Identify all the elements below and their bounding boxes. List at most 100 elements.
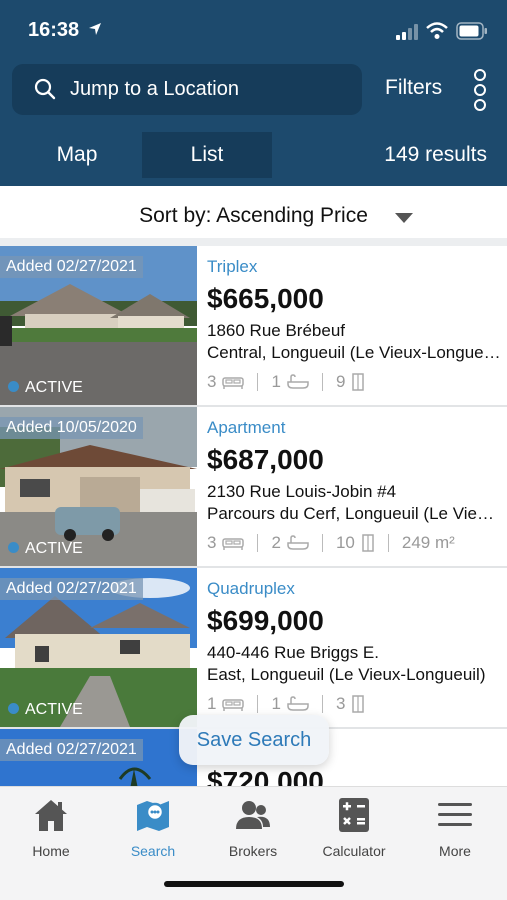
- listing-card[interactable]: Added 02/27/2021 ACTIVE Quadruplex $699,…: [0, 568, 507, 729]
- listing-specs: 3 1 9: [207, 372, 365, 392]
- beds-spec: 3: [207, 372, 245, 392]
- beds-count: 3: [207, 372, 217, 391]
- property-type: Triplex: [207, 257, 258, 276]
- rooms-count: 3: [335, 694, 346, 713]
- search-input[interactable]: Jump to a Location: [70, 78, 239, 101]
- address-area: Parcours du Cerf, Longueuil (Le Vieux-Lo…: [207, 504, 501, 523]
- added-date-badge: Added 02/27/2021: [0, 578, 143, 600]
- sort-label[interactable]: Sort by: Ascending Price: [0, 204, 507, 228]
- tabbar-home-label: Home: [32, 843, 70, 859]
- area-spec: 249 m²: [401, 533, 455, 552]
- status-label: ACTIVE: [25, 540, 83, 557]
- status-dot: [8, 381, 19, 393]
- spec-divider: [321, 534, 323, 552]
- listing-card[interactable]: Added 10/05/2020 ACTIVE Apartment $687,0…: [0, 407, 507, 568]
- tabbar-more[interactable]: More: [405, 795, 505, 865]
- wifi-icon: [426, 22, 448, 39]
- baths-count: 1: [271, 372, 281, 391]
- bed-icon: [222, 377, 245, 389]
- tabbar-search-label: Search: [130, 843, 176, 859]
- listing-specs: 3 2 10 249 m²: [207, 533, 455, 553]
- status-badge: ACTIVE: [8, 701, 83, 719]
- status-bar: 16:38: [0, 0, 507, 60]
- spec-divider: [321, 373, 323, 391]
- tabbar-more-label: More: [439, 843, 471, 859]
- bathtub-icon: [287, 535, 309, 550]
- spec-divider: [257, 534, 259, 552]
- search-icon: [34, 78, 56, 100]
- rooms-spec: 9: [336, 372, 365, 392]
- cellular-signal-icon: [396, 24, 418, 40]
- listing-photo[interactable]: Added 02/27/2021: [0, 729, 197, 786]
- listing-price: $699,000: [207, 605, 324, 636]
- location-arrow-icon: [89, 23, 101, 35]
- baths-spec: 2: [271, 533, 309, 553]
- save-search-button[interactable]: Save Search: [179, 715, 329, 765]
- listing-info: Quadruplex $699,000 440-446 Rue Briggs E…: [207, 568, 503, 727]
- bathtub-icon: [287, 696, 309, 711]
- status-badge: ACTIVE: [8, 379, 83, 397]
- listing-info: Apartment $687,000 2130 Rue Louis-Jobin …: [207, 407, 503, 566]
- listing-photo[interactable]: Added 10/05/2020 ACTIVE: [0, 407, 197, 566]
- menu-icon: [438, 803, 472, 826]
- tabbar-calculator[interactable]: Calculator: [304, 795, 404, 865]
- door-icon: [352, 373, 365, 391]
- rooms-count: 9: [335, 372, 346, 391]
- listing-specs: 1 1 3: [207, 694, 365, 714]
- listing-photo[interactable]: Added 02/27/2021 ACTIVE: [0, 246, 197, 405]
- added-date-badge: Added 02/27/2021: [0, 256, 143, 278]
- location-search-box[interactable]: Jump to a Location: [12, 64, 362, 115]
- spec-divider: [387, 534, 389, 552]
- filters-button[interactable]: Filters: [385, 76, 442, 100]
- sort-bar[interactable]: Sort by: Ascending Price: [0, 186, 507, 244]
- listing-photo[interactable]: Added 02/27/2021 ACTIVE: [0, 568, 197, 727]
- tabbar-brokers[interactable]: Brokers: [203, 795, 303, 865]
- home-indicator: [164, 881, 344, 887]
- baths-count: 2: [271, 533, 281, 552]
- address-street: 440-446 Rue Briggs E.: [207, 643, 379, 662]
- status-label: ACTIVE: [25, 701, 83, 718]
- property-type: Apartment: [207, 418, 286, 437]
- status-badge: ACTIVE: [8, 540, 83, 558]
- brokers-icon: [236, 801, 270, 829]
- tabbar-search[interactable]: Search: [103, 795, 203, 865]
- tabbar-home[interactable]: Home: [1, 795, 101, 865]
- door-icon: [352, 695, 365, 713]
- divider: [0, 238, 507, 246]
- beds-spec: 3: [207, 533, 245, 553]
- app-header: 16:38 Jump to a Location Filters Map Lis…: [0, 0, 507, 186]
- home-icon: [35, 800, 67, 831]
- calculator-icon: [339, 798, 369, 832]
- address-area: Central, Longueuil (Le Vieux-Longueuil): [207, 343, 501, 362]
- status-dot: [8, 703, 19, 715]
- address-area: East, Longueuil (Le Vieux-Longueuil): [207, 665, 486, 684]
- listing-price: $720,000: [207, 766, 324, 786]
- listing-list: Added 02/27/2021 ACTIVE Triplex $665,000…: [0, 246, 507, 786]
- more-options-icon[interactable]: [470, 68, 490, 112]
- beds-count: 1: [207, 694, 217, 713]
- baths-count: 1: [271, 694, 281, 713]
- door-icon: [362, 534, 374, 552]
- listing-card[interactable]: Added 02/27/2021 ACTIVE Triplex $665,000…: [0, 246, 507, 407]
- listing-info: Triplex $665,000 1860 Rue Brébeuf Centra…: [207, 246, 503, 405]
- baths-spec: 1: [271, 694, 309, 714]
- property-type: Quadruplex: [207, 579, 295, 598]
- rooms-spec: 3: [336, 694, 365, 714]
- baths-spec: 1: [271, 372, 309, 392]
- results-count: 149 results: [384, 143, 487, 166]
- address-street: 1860 Rue Brébeuf: [207, 321, 345, 340]
- battery-icon: [456, 22, 487, 40]
- chevron-down-icon[interactable]: [395, 213, 413, 223]
- added-date-badge: Added 10/05/2020: [0, 417, 143, 439]
- rooms-count: 10: [335, 533, 355, 552]
- tab-map[interactable]: Map: [12, 132, 142, 178]
- beds-count: 3: [207, 533, 217, 552]
- address-street: 2130 Rue Louis-Jobin #4: [207, 482, 397, 501]
- bed-icon: [222, 538, 245, 550]
- bed-icon: [222, 699, 245, 711]
- bathtub-icon: [287, 374, 309, 389]
- spec-divider: [257, 373, 259, 391]
- status-dot: [8, 542, 19, 554]
- tabbar-brokers-label: Brokers: [228, 843, 278, 859]
- tab-list[interactable]: List: [142, 132, 272, 178]
